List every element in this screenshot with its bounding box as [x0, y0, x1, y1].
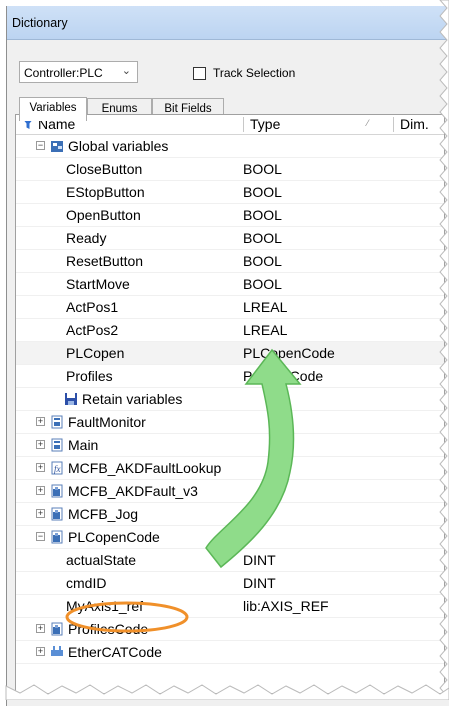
torn-edge-right: [439, 0, 449, 700]
highlight-ellipse: [65, 601, 189, 633]
torn-edge-bottom: [5, 684, 449, 700]
tab-variables[interactable]: Variables: [19, 97, 87, 121]
tab-variables-label: Variables: [29, 102, 77, 114]
curved-arrow-icon: [205, 348, 302, 569]
